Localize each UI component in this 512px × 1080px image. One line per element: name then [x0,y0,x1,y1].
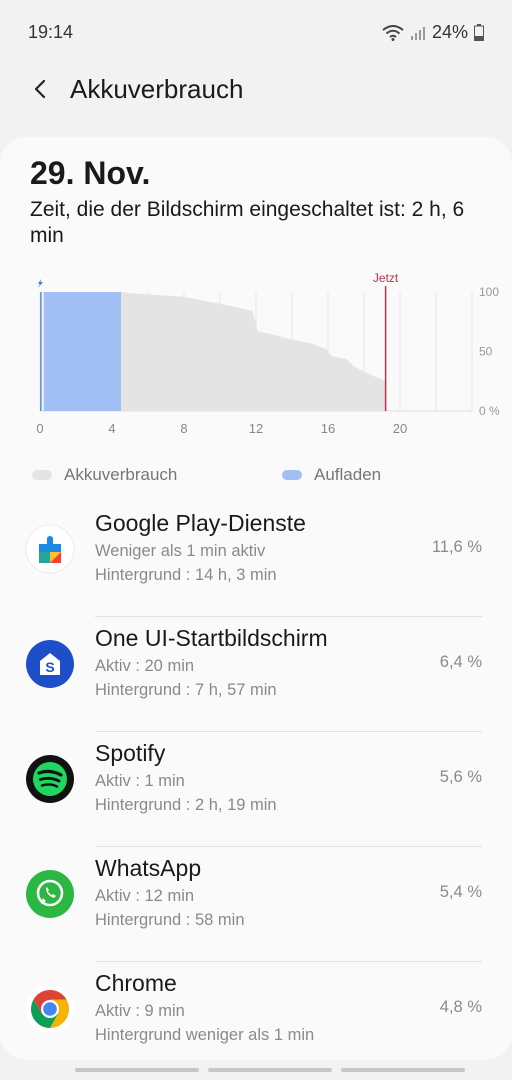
screen-on-time: Zeit, die der Bildschirm eingeschaltet i… [30,198,465,247]
app-background-time: Hintergrund : 2 h, 19 min [95,796,277,814]
legend-charging: Aufladen [282,465,381,485]
app-usage-percent: 11,6 % [431,538,482,556]
x-tick-label: 20 [393,421,407,436]
battery-card: 29. Nov. Zeit, die der Bildschirm einges… [0,137,512,1060]
wifi-icon [382,24,404,41]
app-background-time: Hintergrund weniger als 1 min [95,1026,315,1044]
nav-back-button[interactable] [341,1068,465,1072]
battery-icon [474,24,484,41]
app-active-time: Aktiv : 12 min [95,887,195,905]
app-usage-percent: 6,4 % [439,653,482,671]
charging-area [40,292,121,411]
page-title: Akkuverbrauch [70,74,244,104]
list-item-spotify[interactable]: Spotify Aktiv : 1 min Hintergrund : 2 h,… [0,732,512,847]
battery-percent: 24% [431,22,468,42]
status-time: 19:14 [28,22,74,42]
app-usage-percent: 5,4 % [439,883,482,901]
chart-legend: Akkuverbrauch Aufladen [32,465,492,489]
x-tick-label: 16 [321,421,335,436]
date-title: 29. Nov. [30,155,151,191]
app-active-time: Aktiv : 1 min [95,772,185,790]
svg-text:S: S [45,659,54,675]
charging-bolt-icon [38,279,43,288]
app-active-time: Aktiv : 20 min [95,657,195,675]
x-tick-label: 8 [180,421,187,436]
app-background-time: Hintergrund : 7 h, 57 min [95,681,277,699]
nav-home-button[interactable] [208,1068,332,1072]
app-background-time: Hintergrund : 14 h, 3 min [95,566,277,584]
status-icons: 24% [382,22,484,43]
navigation-bar [0,1060,512,1080]
one-ui-home-icon: S [25,639,75,689]
back-button[interactable] [26,74,56,104]
app-name: Spotify [95,740,166,766]
x-tick-label: 4 [108,421,115,436]
app-name: Chrome [95,970,177,996]
app-name: Google Play-Dienste [95,510,306,536]
signal-icon [410,26,425,40]
legend-charging-label: Aufladen [314,465,382,484]
battery-usage-chart[interactable]: Jetzt 0 4 8 12 16 20 100 50 0 % [0,272,512,452]
x-tick-label: 12 [249,421,263,436]
legend-usage: Akkuverbrauch [32,465,177,485]
list-item-chrome[interactable]: Chrome Aktiv : 9 min Hintergrund weniger… [0,962,512,1060]
y-tick-label: 0 % [479,404,500,418]
y-tick-label: 100 [479,285,499,299]
nav-recent-button[interactable] [75,1068,199,1072]
legend-usage-swatch [32,470,52,480]
legend-usage-label: Akkuverbrauch [64,465,178,484]
chrome-icon [25,984,75,1034]
app-usage-percent: 4,8 % [439,998,482,1016]
spotify-icon [25,754,75,804]
app-background-time: Hintergrund : 58 min [95,911,245,929]
app-active-time: Aktiv : 9 min [95,1002,185,1020]
whatsapp-icon [25,869,75,919]
status-bar: 19:14 24% [0,0,512,66]
usage-area [121,292,386,411]
legend-charging-swatch [282,470,302,480]
app-active-time: Weniger als 1 min aktiv [95,542,266,560]
app-name: One UI-Startbildschirm [95,625,328,651]
list-item-whatsapp[interactable]: WhatsApp Aktiv : 12 min Hintergrund : 58… [0,847,512,962]
app-name: WhatsApp [95,855,202,881]
back-arrow-icon [34,79,46,99]
y-tick-label: 50 [479,345,493,359]
list-item-one-ui-home[interactable]: S One UI-Startbildschirm Aktiv : 20 min … [0,617,512,732]
x-tick-label: 0 [36,421,43,436]
list-item-google-play-services[interactable]: Google Play-Dienste Weniger als 1 min ak… [0,502,512,617]
now-label: Jetzt [373,272,399,285]
app-usage-percent: 5,6 % [439,768,482,786]
app-header: Akkuverbrauch [0,66,512,136]
google-play-services-icon [25,524,75,574]
